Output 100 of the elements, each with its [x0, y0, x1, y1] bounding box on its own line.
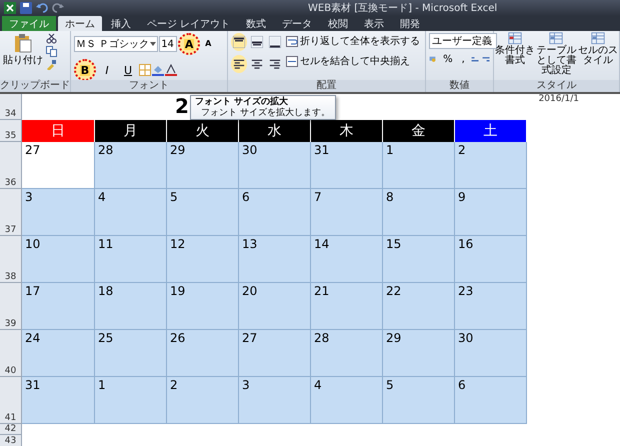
day-cell[interactable]: 8 — [383, 189, 455, 236]
align-middle-button[interactable] — [249, 33, 265, 51]
day-cell[interactable]: 22 — [383, 283, 455, 330]
merge-center-button[interactable]: セルを結合して中央揃え — [286, 53, 420, 69]
undo-icon[interactable] — [36, 2, 48, 14]
wrap-text-icon — [286, 36, 298, 46]
tooltip-title: フォント サイズの拡大 — [195, 97, 290, 108]
font-size-field[interactable]: 14 — [159, 36, 178, 52]
italic-button[interactable]: I — [97, 60, 117, 80]
align-top-button[interactable] — [231, 33, 247, 51]
day-cell[interactable]: 21 — [311, 283, 383, 330]
day-cell[interactable]: 10 — [22, 236, 95, 283]
row-header[interactable]: 40 — [0, 330, 22, 377]
day-cell[interactable]: 25 — [95, 330, 167, 377]
ribbon-tab[interactable]: ホーム — [58, 16, 102, 31]
day-cell[interactable]: 5 — [167, 189, 239, 236]
day-cell[interactable]: 26 — [167, 330, 239, 377]
day-cell[interactable]: 9 — [455, 189, 527, 236]
ribbon-tab[interactable]: ページ レイアウト — [140, 16, 238, 31]
file-tab[interactable]: ファイル — [2, 16, 56, 31]
style-button[interactable]: セルのスタイル — [578, 32, 618, 79]
day-cell[interactable]: 19 — [167, 283, 239, 330]
day-cell[interactable]: 6 — [239, 189, 311, 236]
day-cell[interactable]: 1 — [383, 142, 455, 189]
day-cell[interactable]: 24 — [22, 330, 95, 377]
fill-bucket-icon[interactable] — [152, 64, 164, 76]
day-cell[interactable]: 29 — [167, 142, 239, 189]
date-cell-text: 2016/1/1 — [538, 94, 580, 106]
day-cell[interactable]: 15 — [383, 236, 455, 283]
ribbon-tab[interactable]: 開発 — [393, 16, 428, 31]
day-cell[interactable]: 1 — [95, 377, 167, 424]
ribbon-tab[interactable]: 数式 — [239, 16, 274, 31]
comma-button[interactable]: , — [458, 54, 468, 64]
grow-font-button[interactable]: A — [178, 33, 200, 55]
font-color-icon[interactable] — [165, 64, 177, 76]
day-cell[interactable]: 2 — [455, 142, 527, 189]
bold-button[interactable]: B — [74, 59, 96, 81]
save-icon[interactable] — [20, 2, 32, 14]
scissors-icon[interactable] — [46, 33, 57, 44]
number-format-field[interactable]: ユーザー定義 — [429, 33, 497, 49]
day-cell[interactable]: 17 — [22, 283, 95, 330]
day-cell[interactable]: 29 — [383, 330, 455, 377]
day-cell[interactable]: 11 — [95, 236, 167, 283]
day-cell[interactable]: 4 — [95, 189, 167, 236]
copy-icon[interactable] — [46, 46, 57, 57]
day-cell[interactable]: 3 — [239, 377, 311, 424]
style-button[interactable]: テーブルとして書式設定 — [536, 32, 576, 79]
brush-icon[interactable] — [46, 59, 57, 70]
row-header[interactable]: 41 — [0, 377, 22, 424]
group-label: クリップボード — [0, 80, 70, 92]
day-cell[interactable]: 12 — [167, 236, 239, 283]
day-cell[interactable]: 27 — [22, 142, 95, 189]
redo-icon[interactable] — [52, 2, 64, 14]
day-cell[interactable]: 13 — [239, 236, 311, 283]
day-cell[interactable]: 31 — [311, 142, 383, 189]
row-header[interactable]: 38 — [0, 236, 22, 283]
ribbon-tab[interactable]: 校閲 — [321, 16, 356, 31]
ribbon-tab[interactable]: データ — [275, 16, 320, 31]
day-cell[interactable]: 5 — [383, 377, 455, 424]
style-button[interactable]: 条件付き書式 — [494, 32, 535, 79]
font-name-field[interactable]: ＭＳ Ｐゴシック — [74, 36, 158, 52]
group-label: 配置 — [228, 80, 425, 92]
ribbon-tab[interactable]: 挿入 — [104, 16, 138, 31]
ribbon-tab[interactable]: 表示 — [357, 16, 392, 31]
row-header[interactable]: 35 — [0, 120, 22, 142]
weekday-cell: 木 — [311, 120, 383, 142]
day-cell[interactable]: 16 — [455, 236, 527, 283]
day-cell[interactable]: 4 — [311, 377, 383, 424]
day-cell[interactable]: 30 — [455, 330, 527, 377]
day-cell[interactable]: 20 — [239, 283, 311, 330]
row-header[interactable]: 37 — [0, 189, 22, 236]
day-cell[interactable]: 30 — [239, 142, 311, 189]
day-cell[interactable]: 3 — [22, 189, 95, 236]
day-cell[interactable]: 28 — [311, 330, 383, 377]
day-cell[interactable]: 28 — [95, 142, 167, 189]
row-header[interactable]: 43 — [0, 435, 22, 446]
row-header[interactable]: 42 — [0, 424, 22, 435]
percent-button[interactable]: % — [440, 54, 456, 64]
day-cell[interactable]: 18 — [95, 283, 167, 330]
weekday-cell: 月 — [95, 120, 167, 142]
day-cell[interactable]: 7 — [311, 189, 383, 236]
underline-button[interactable]: U — [118, 60, 138, 80]
day-cell[interactable]: 23 — [455, 283, 527, 330]
day-cell[interactable]: 2 — [167, 377, 239, 424]
excel-logo-icon — [4, 2, 16, 14]
day-cell[interactable]: 27 — [239, 330, 311, 377]
paste-button[interactable]: 貼り付け — [3, 33, 43, 67]
row-header[interactable]: 34 — [0, 94, 22, 120]
weekday-cell: 金 — [383, 120, 455, 142]
row-header[interactable]: 36 — [0, 142, 22, 189]
align-center-icon — [251, 57, 263, 71]
window-title: WEB素材 [互換モード] - Microsoft Excel — [308, 2, 498, 15]
shrink-font-button[interactable]: A — [201, 34, 216, 54]
wrap-text-button[interactable]: 折り返して全体を表示する — [286, 33, 420, 49]
day-cell[interactable]: 14 — [311, 236, 383, 283]
day-cell[interactable]: 6 — [455, 377, 527, 424]
row-header[interactable]: 39 — [0, 283, 22, 330]
align-bottom-button[interactable] — [267, 33, 283, 51]
day-cell[interactable]: 31 — [22, 377, 95, 424]
align-left-button[interactable] — [231, 55, 247, 73]
